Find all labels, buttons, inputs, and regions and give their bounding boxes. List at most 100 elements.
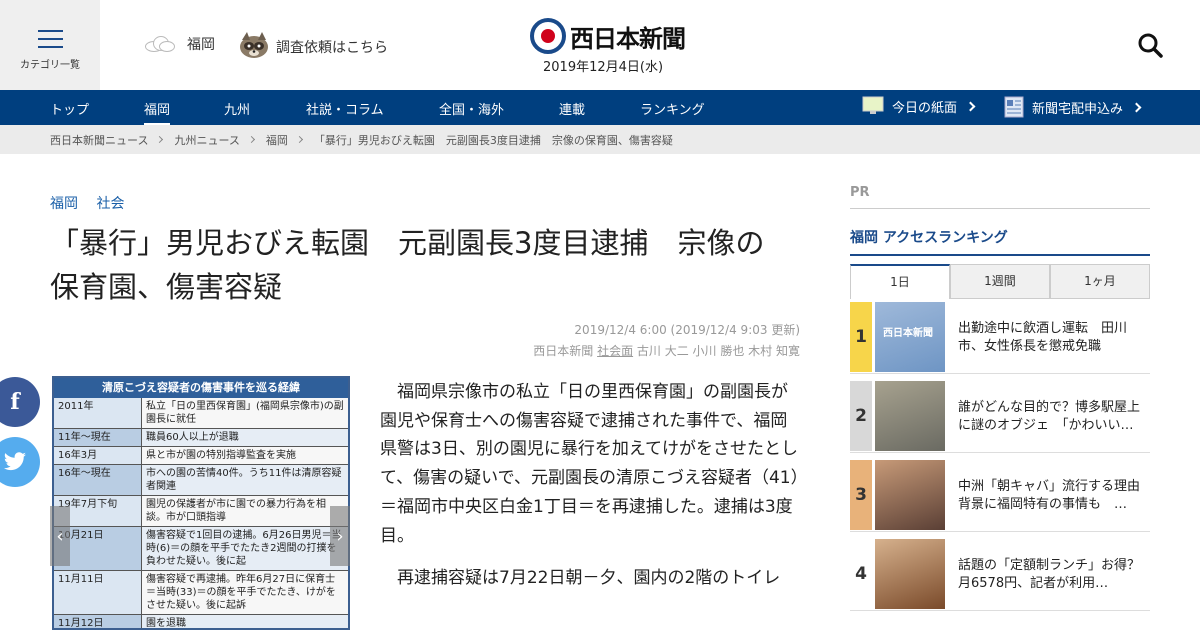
ranking-thumbnail — [875, 460, 945, 530]
site-logo[interactable]: 西日本新聞 — [530, 18, 686, 54]
ranking-item[interactable]: 1 西日本新聞 出勤途中に飲酒し運転 田川市、女性係長を懲戒免職 — [850, 302, 1150, 374]
timeline-event: 傷害容疑で再逮捕。昨年6月27日に保育士＝当時(33)＝の顔を平手でたたき、けが… — [142, 571, 348, 614]
ranking-item[interactable]: 2 誰がどんな目的で？博多駅屋上に謎のオブジェ 「かわいい… — [850, 381, 1150, 453]
timeline-event: 私立「日の里西保育園」(福岡県宗像市)の副園長に就任 — [142, 398, 348, 428]
timeline-event: 市への園の苦情40件。うち11件は清原容疑者関連 — [142, 465, 348, 495]
ranking-item[interactable]: 4 話題の「定額制ランチ」お得？ 月6578円、記者が利用… — [850, 539, 1153, 611]
timeline-row: 16年～現在 市への園の苦情40件。うち11件は清原容疑者関連 — [54, 465, 348, 496]
article-tags: 福岡 社会 — [50, 193, 138, 213]
ranking-thumbnail — [875, 539, 945, 609]
facebook-share-button[interactable]: f — [0, 377, 40, 427]
byline-section-link[interactable]: 社会面 — [597, 344, 633, 358]
cloud-icon — [143, 35, 175, 53]
timeline-row: 10月21日 傷害容疑で1回目の逮捕。6月26日男児＝当時(6)＝の顔を平手でたた… — [54, 527, 348, 571]
timeline-date: 11年～現在 — [54, 429, 142, 446]
nav-item-ranking[interactable]: ランキング — [640, 99, 705, 118]
global-nav: トップ 福岡 九州 社説・コラム 全国・海外 連載 ランキング 今日の紙面 新聞… — [0, 90, 1200, 126]
article-image-timeline-table[interactable]: 清原こづえ容疑者の傷害事件を巡る経緯 2011年 私立「日の里西保育園」(福岡県宗… — [52, 376, 350, 630]
ranking-title: 福岡 アクセスランキング — [850, 230, 1008, 246]
survey-request-link[interactable]: 調査依頼はこちら — [276, 37, 388, 57]
byline-authors: 古川 大二 小川 勝也 木村 知寛 — [636, 344, 800, 358]
nav-item-series[interactable]: 連載 — [559, 99, 585, 118]
twitter-icon — [4, 452, 26, 471]
monitor-icon — [862, 96, 884, 114]
tab-1week[interactable]: 1週間 — [950, 264, 1050, 299]
site-header: カテゴリ一覧 福岡 調査依頼はこちら 西日本新聞 2019年12月4日(水) — [0, 0, 1200, 90]
tab-1month[interactable]: 1ヶ月 — [1050, 264, 1150, 299]
subscribe-link[interactable]: 新聞宅配申込み — [1004, 96, 1142, 118]
chevron-right-icon — [156, 135, 164, 144]
logo-text: 西日本新聞 — [570, 23, 686, 53]
facebook-icon: f — [10, 389, 20, 415]
article-paragraph: 福岡県宗像市の私立「日の里西保育園」の副園長が園児や保育士への傷害容疑で逮捕され… — [380, 382, 800, 546]
timeline-event: 傷害容疑で1回目の逮捕。6月26日男児＝当時(6)＝の顔を平手でたたき2週間の打… — [142, 527, 348, 570]
chevron-right-icon — [295, 135, 303, 144]
ranking-number: 1 — [850, 302, 872, 372]
category-menu-label: カテゴリ一覧 — [20, 60, 80, 71]
current-date: 2019年12月4日(水) — [543, 60, 664, 75]
chevron-right-icon — [1131, 102, 1142, 112]
timeline-date: 11月12日 — [54, 615, 142, 628]
raccoon-icon — [240, 32, 268, 58]
nav-item-top[interactable]: トップ — [50, 99, 89, 118]
tag-link[interactable]: 福岡 — [50, 196, 78, 212]
article-timestamp: 2019/12/4 6:00 (2019/12/4 9:03 更新) — [574, 323, 800, 337]
timeline-row: 19年7月下旬 園児の保護者が市に園での暴力行為を相談。市が口頭指導 — [54, 496, 348, 527]
category-menu-button[interactable]: カテゴリ一覧 — [0, 0, 100, 90]
article-paragraph: 再逮捕容疑は7月22日朝－夕、園内の2階のトイレ — [397, 568, 781, 589]
breadcrumb-item[interactable]: 福岡 — [266, 132, 288, 148]
divider — [850, 254, 1150, 256]
today-paper-link[interactable]: 今日の紙面 — [862, 96, 976, 116]
timeline-row: 11月11日 傷害容疑で再逮捕。昨年6月27日に保育士＝当時(33)＝の顔を平手で… — [54, 571, 348, 615]
ranking-item[interactable]: 3 中洲「朝キャバ」流行する理由 背景に福岡特有の事情も … — [850, 460, 1153, 532]
ranking-tabs: 1日 1週間 1ヶ月 — [850, 264, 1150, 299]
twitter-share-button[interactable] — [0, 437, 40, 487]
search-icon[interactable] — [1137, 32, 1163, 58]
ranking-number: 4 — [850, 539, 872, 609]
image-table-title: 清原こづえ容疑者の傷害事件を巡る経緯 — [54, 378, 348, 398]
image-next-button[interactable]: › — [330, 506, 350, 566]
article-byline: 西日本新聞 社会面 古川 大二 小川 勝也 木村 知寛 — [533, 342, 800, 359]
hamburger-icon — [38, 30, 63, 48]
timeline-row: 11月12日 園を退職 — [54, 615, 348, 628]
timeline-date: 16年～現在 — [54, 465, 142, 495]
nav-item-kyushu[interactable]: 九州 — [224, 99, 250, 118]
chevron-right-icon — [965, 101, 976, 111]
logo-mark-icon — [530, 18, 566, 54]
newspaper-icon — [1004, 96, 1024, 118]
tag-link[interactable]: 社会 — [96, 196, 124, 212]
chevron-right-icon: › — [336, 525, 344, 547]
timeline-date: 11月11日 — [54, 571, 142, 614]
breadcrumb-current: 「暴行」男児おびえ転園 元副園長3度目逮捕 宗像の保育園、傷害容疑 — [313, 133, 673, 147]
timeline-row: 16年3月 県と市が園の特別指導監査を実施 — [54, 447, 348, 465]
timeline-event: 園を退職 — [142, 615, 348, 628]
breadcrumb-item[interactable]: 西日本新聞ニュース — [50, 132, 148, 148]
timeline-event: 園児の保護者が市に園での暴力行為を相談。市が口頭指導 — [142, 496, 348, 526]
ranking-thumbnail — [875, 381, 945, 451]
image-prev-button[interactable]: ‹ — [50, 506, 70, 566]
byline-prefix: 西日本新聞 — [533, 344, 594, 358]
weather-city: 福岡 — [187, 37, 215, 53]
ranking-headline: 出勤途中に飲酒し運転 田川市、女性係長を懲戒免職 — [958, 321, 1128, 354]
timeline-row: 11年～現在 職員60人以上が退職 — [54, 429, 348, 447]
timeline-event: 県と市が園の特別指導監査を実施 — [142, 447, 348, 464]
subscribe-label: 新聞宅配申込み — [1032, 101, 1124, 117]
timeline-event: 職員60人以上が退職 — [142, 429, 348, 446]
thumbnail-logo-text: 西日本新聞 — [883, 328, 933, 339]
article-title: 「暴行」男児おびえ転園 元副園長3度目逮捕 宗像の保育園、傷害容疑 — [50, 226, 765, 304]
ranking-thumbnail: 西日本新聞 — [875, 302, 945, 372]
timeline-date: 2011年 — [54, 398, 142, 428]
nav-item-fukuoka[interactable]: 福岡 — [144, 99, 171, 126]
weather-widget[interactable]: 福岡 — [143, 34, 215, 54]
chevron-right-icon — [247, 135, 255, 144]
divider — [850, 208, 1150, 209]
ranking-headline: 誰がどんな目的で？博多駅屋上に謎のオブジェ 「かわいい… — [958, 400, 1141, 433]
nav-item-national[interactable]: 全国・海外 — [439, 99, 504, 118]
article-body: 福岡県宗像市の私立「日の里西保育園」の副園長が園児や保育士への傷害容疑で逮捕され… — [380, 378, 800, 607]
breadcrumb-item[interactable]: 九州ニュース — [174, 132, 239, 148]
timeline-row: 2011年 私立「日の里西保育園」(福岡県宗像市)の副園長に就任 — [54, 398, 348, 429]
chevron-left-icon: ‹ — [56, 525, 64, 547]
tab-1day[interactable]: 1日 — [850, 264, 950, 299]
ranking-number: 3 — [850, 460, 872, 530]
nav-item-editorial[interactable]: 社説・コラム — [306, 99, 384, 118]
